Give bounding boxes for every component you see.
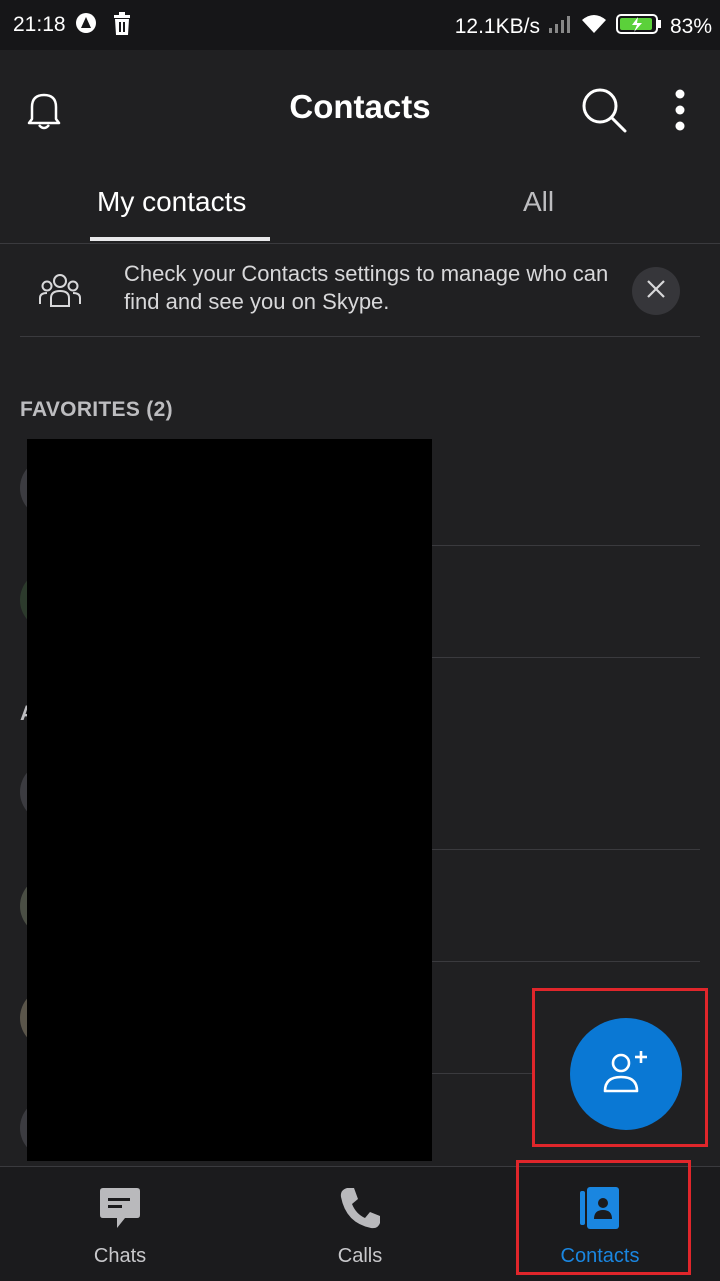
banner-close-button[interactable] <box>632 267 680 315</box>
people-group-icon <box>38 270 82 315</box>
list-divider <box>432 849 700 850</box>
contacts-tabs: My contacts All <box>0 168 720 244</box>
list-divider <box>432 961 700 962</box>
tab-my-contacts[interactable]: My contacts <box>97 186 246 218</box>
status-right: 12.1KB/s 83% <box>455 13 712 41</box>
battery-percent: 83% <box>669 15 712 38</box>
redacted-contact-list <box>27 439 432 1161</box>
status-time: 21:18 <box>13 13 66 36</box>
close-icon <box>646 279 666 304</box>
status-bar: 21:18 12.1KB/s 83% <box>0 0 720 50</box>
phone-icon <box>338 1185 382 1236</box>
active-tab-indicator <box>90 237 270 241</box>
list-divider <box>432 545 700 546</box>
wifi-icon <box>580 13 608 41</box>
nav-chats-label: Chats <box>93 1245 147 1267</box>
app-notification-icon <box>75 12 97 40</box>
tab-all[interactable]: All <box>523 186 554 218</box>
nav-calls[interactable]: Calls <box>240 1167 480 1281</box>
nav-calls-label: Calls <box>337 1245 383 1267</box>
banner-text: Check your Contacts settings to manage w… <box>124 261 609 314</box>
more-options-icon[interactable] <box>664 86 696 134</box>
list-divider <box>432 657 700 658</box>
trash-notification-icon <box>112 12 132 42</box>
favorites-section-header: FAVORITES (2) <box>20 398 173 421</box>
battery-icon <box>615 13 662 41</box>
app-bar: Contacts <box>0 50 720 168</box>
net-speed: 12.1KB/s <box>454 15 540 38</box>
list-divider <box>432 1073 532 1074</box>
search-icon[interactable] <box>578 84 630 136</box>
nav-chats[interactable]: Chats <box>0 1167 240 1281</box>
highlight-box-fab <box>532 988 708 1147</box>
highlight-box-contacts-nav <box>516 1160 691 1275</box>
privacy-banner: Check your Contacts settings to manage w… <box>20 244 700 337</box>
chat-icon <box>97 1185 143 1236</box>
signal-icon <box>548 14 572 40</box>
